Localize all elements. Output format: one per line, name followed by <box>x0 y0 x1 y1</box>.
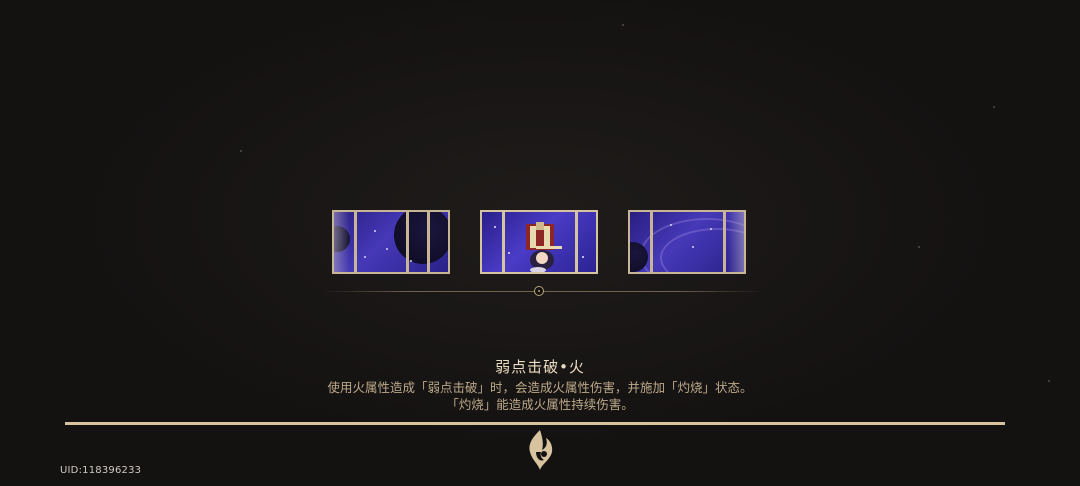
description-line: 使用火属性造成「弱点击破」时，会造成火属性伤害，并施加「灼烧」状态。 <box>327 380 753 395</box>
space-scene-right <box>628 210 746 274</box>
planet-icon <box>394 212 448 264</box>
dust-speck <box>240 150 242 152</box>
description-line: 「灼烧」能造成火属性持续伤害。 <box>446 397 634 412</box>
dust-speck <box>993 106 995 108</box>
uid-label: UID:118396233 <box>60 465 142 476</box>
skill-title: 弱点击破•火 <box>495 358 585 376</box>
pyro-element-icon[interactable] <box>522 428 558 472</box>
space-scene-center <box>480 210 598 274</box>
tutorial-panels <box>0 210 1080 276</box>
gold-separator <box>65 422 1005 425</box>
divider-ornament-icon <box>534 286 544 296</box>
skill-description: 使用火属性造成「弱点击破」时，会造成火属性伤害，并施加「灼烧」状态。 「灼烧」能… <box>0 379 1080 413</box>
dust-speck <box>622 24 624 26</box>
space-scene-left <box>332 210 450 274</box>
character-icon <box>526 222 562 272</box>
